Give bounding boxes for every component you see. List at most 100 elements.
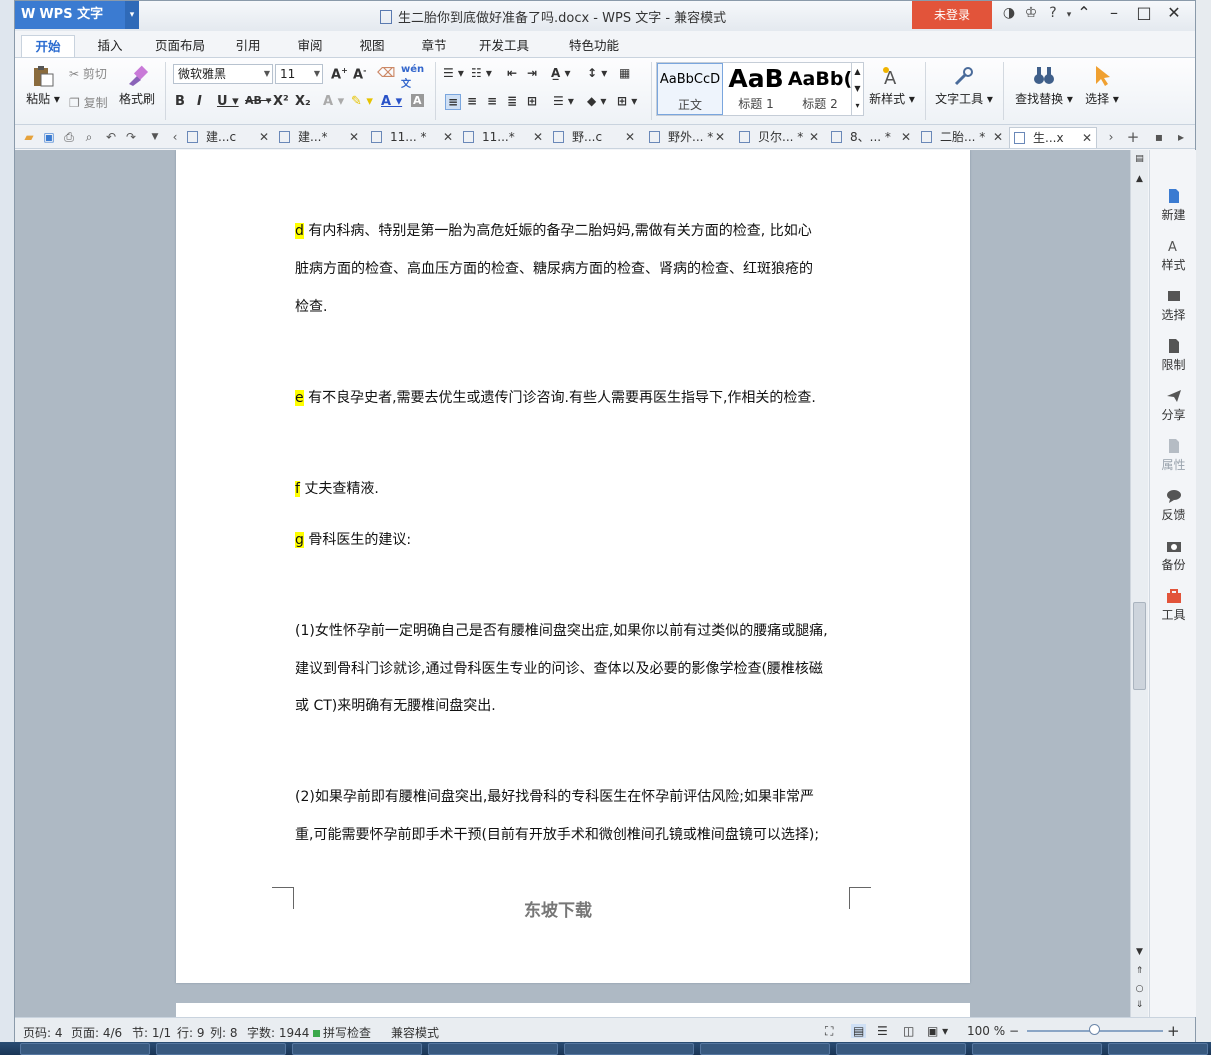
font-name-select[interactable]: 微软雅黑 ▼ <box>173 64 273 84</box>
wps-menu-button[interactable]: W WPS 文字 ▾ <box>15 1 139 29</box>
font-size-select[interactable]: 11 ▼ <box>275 64 323 84</box>
line-spacing-icon[interactable]: ☰ ▾ <box>553 94 574 108</box>
increase-indent-icon[interactable]: ⇥ <box>527 66 537 80</box>
table-grid-icon[interactable]: ▦ <box>619 66 630 80</box>
previous-page-icon[interactable]: ⇑ <box>1133 966 1146 976</box>
minimize-icon[interactable]: – <box>1099 3 1129 22</box>
close-tab-icon[interactable]: ✕ <box>533 127 543 148</box>
doc-tab[interactable]: 建...* ✕ <box>279 127 359 148</box>
customize-dropdown-icon[interactable]: ▼ <box>147 129 163 145</box>
paragraph-d-line[interactable]: 检查. <box>295 296 327 316</box>
subscript-icon[interactable]: X₂ <box>295 94 311 109</box>
bullet-list-icon[interactable]: ☰ ▾ <box>443 66 464 80</box>
paste-button[interactable]: 粘贴 ▾ <box>23 64 63 107</box>
superscript-icon[interactable]: X² <box>273 94 289 109</box>
panel-restrict[interactable]: 限制 <box>1150 338 1197 373</box>
paragraph-1-line[interactable]: (1)女性怀孕前一定明确自己是否有腰椎间盘突出症,如果你以前有过类似的腰痛或腿痛… <box>295 620 828 640</box>
close-tab-icon[interactable]: ✕ <box>443 127 453 148</box>
document-page[interactable]: d 有内科病、特别是第一胎为高危妊娠的备孕二胎妈妈,需做有关方面的检查, 比如心… <box>176 150 970 983</box>
font-color-icon[interactable]: A ▾ <box>381 94 402 109</box>
highlight-icon[interactable]: ✎ ▾ <box>351 94 373 109</box>
close-tab-icon[interactable]: ✕ <box>625 127 635 148</box>
close-tab-icon[interactable]: ✕ <box>259 127 269 148</box>
tab-special-features[interactable]: 特色功能 <box>549 35 639 57</box>
undo-icon[interactable]: ↶ <box>103 129 119 145</box>
taskbar-item[interactable] <box>156 1043 286 1055</box>
bold-icon[interactable]: B <box>175 94 185 109</box>
new-tab-icon[interactable]: + <box>1125 129 1141 145</box>
paragraph-f[interactable]: f 丈夫查精液. <box>295 478 379 498</box>
tab-home[interactable]: 开始 <box>21 35 75 57</box>
page-view-icon[interactable]: ▤ <box>851 1024 867 1038</box>
cut-button[interactable]: ✂ 剪切 <box>69 65 107 82</box>
zoom-level[interactable]: 100 % <box>967 1024 1005 1038</box>
strikethrough-icon[interactable]: AB ▾ <box>245 94 271 107</box>
select-button[interactable]: 选择 ▾ <box>1081 64 1123 107</box>
print-preview-icon[interactable]: ⌕ <box>81 129 97 145</box>
taskbar-item[interactable] <box>20 1043 150 1055</box>
doc-tab[interactable]: 11...* ✕ <box>463 127 543 148</box>
panel-tools[interactable]: 工具 <box>1150 588 1197 623</box>
web-view-icon[interactable]: ◫ <box>903 1024 914 1038</box>
chinese-layout-icon[interactable]: A̲ ▾ <box>551 66 571 80</box>
close-tab-icon[interactable]: ✕ <box>1082 128 1092 149</box>
doc-tab[interactable]: 野...c ✕ <box>553 127 635 148</box>
distributed-icon[interactable]: ⊞ <box>527 94 537 108</box>
page-footer[interactable]: 东坡下载 <box>524 896 592 921</box>
chevron-down-icon[interactable]: ▾ <box>125 1 139 29</box>
tab-scroll-left-icon[interactable]: ‹ <box>167 129 183 145</box>
text-effect-icon[interactable]: A ▾ <box>323 94 344 109</box>
borders-icon[interactable]: ⊞ ▾ <box>617 94 637 108</box>
taskbar-item[interactable] <box>292 1043 422 1055</box>
close-tab-icon[interactable]: ✕ <box>901 127 911 148</box>
paragraph-e[interactable]: e 有不良孕史者,需要去优生或遗传门诊咨询.有些人需要再医生指导下,作相关的检查… <box>295 387 816 407</box>
taskbar-item[interactable] <box>428 1043 558 1055</box>
scroll-up-icon[interactable]: ▲ <box>1133 174 1146 184</box>
format-painter-button[interactable]: 格式刷 <box>117 64 157 107</box>
align-center-icon[interactable]: ≡ <box>467 94 477 108</box>
tab-scroll-right-icon[interactable]: › <box>1103 129 1119 145</box>
close-tab-icon[interactable]: ✕ <box>993 127 1003 148</box>
doc-tab[interactable]: 二胎... * ✕ <box>921 127 1003 148</box>
print-icon[interactable]: ⎙ <box>61 129 77 145</box>
copy-button[interactable]: ❐ 复制 <box>69 94 108 111</box>
maximize-icon[interactable]: □ <box>1129 3 1159 22</box>
zoom-in-icon[interactable]: + <box>1167 1022 1180 1040</box>
taskbar-item[interactable] <box>700 1043 830 1055</box>
close-tab-icon[interactable]: ✕ <box>715 127 725 148</box>
doc-tab[interactable]: 野外... * ✕ <box>649 127 725 148</box>
tab-chapter[interactable]: 章节 <box>411 35 457 57</box>
paragraph-d-line[interactable]: 脏病方面的检查、高血压方面的检查、糖尿病方面的检查、肾病的检查、红斑狼疮的 <box>295 258 813 278</box>
paragraph-1-line[interactable]: 或 CT)来明确有无腰椎间盘突出. <box>295 695 496 715</box>
status-section[interactable]: 节: 1/1 <box>132 1024 171 1041</box>
tab-page-layout[interactable]: 页面布局 <box>145 35 215 57</box>
panel-backup[interactable]: 备份 <box>1150 538 1197 573</box>
next-page[interactable] <box>176 1003 970 1017</box>
browse-object-icon[interactable]: ○ <box>1133 984 1146 994</box>
panel-share[interactable]: 分享 <box>1150 388 1197 423</box>
text-tools-button[interactable]: 文字工具 ▾ <box>935 64 993 107</box>
next-page-icon[interactable]: ⇓ <box>1133 1000 1146 1010</box>
save-icon[interactable]: ▣ <box>41 129 57 145</box>
shading-icon[interactable]: ◆ ▾ <box>587 94 606 108</box>
login-button[interactable]: 未登录 <box>912 1 992 29</box>
paragraph-2-line[interactable]: (2)如果孕前即有腰椎间盘突出,最好找骨科的专科医生在怀孕前评估风险;如果非常严 <box>295 786 814 806</box>
tab-menu-icon[interactable]: ▸ <box>1173 129 1189 145</box>
clear-format-icon[interactable]: ⌫ <box>377 66 395 81</box>
status-word-count[interactable]: 字数: 1944 <box>247 1024 309 1041</box>
close-tab-icon[interactable]: ✕ <box>809 127 819 148</box>
close-icon[interactable]: ✕ <box>1159 3 1189 22</box>
style-normal[interactable]: AaBbCcD 正文 <box>657 63 723 115</box>
new-style-button[interactable]: A 新样式 ▾ <box>867 64 917 107</box>
paragraph-g[interactable]: g 骨科医生的建议: <box>295 529 411 549</box>
status-column[interactable]: 列: 8 <box>210 1024 238 1041</box>
doc-tab[interactable]: 11... * ✕ <box>371 127 453 148</box>
paragraph-1-line[interactable]: 建议到骨科门诊就诊,通过骨科医生专业的问诊、查体以及必要的影像学检查(腰椎核磁 <box>295 658 823 678</box>
doc-tab[interactable]: 建...c ✕ <box>187 127 269 148</box>
vertical-scrollbar[interactable]: ▤ ▲ ▼ ⇑ ○ ⇓ <box>1130 150 1148 1017</box>
decrease-indent-icon[interactable]: ⇤ <box>507 66 517 80</box>
align-left-icon[interactable]: ≡ <box>445 94 462 110</box>
shirt-icon[interactable]: ♔ <box>1020 5 1042 21</box>
status-pages[interactable]: 页面: 4/6 <box>71 1024 122 1041</box>
italic-icon[interactable]: I <box>197 94 202 109</box>
